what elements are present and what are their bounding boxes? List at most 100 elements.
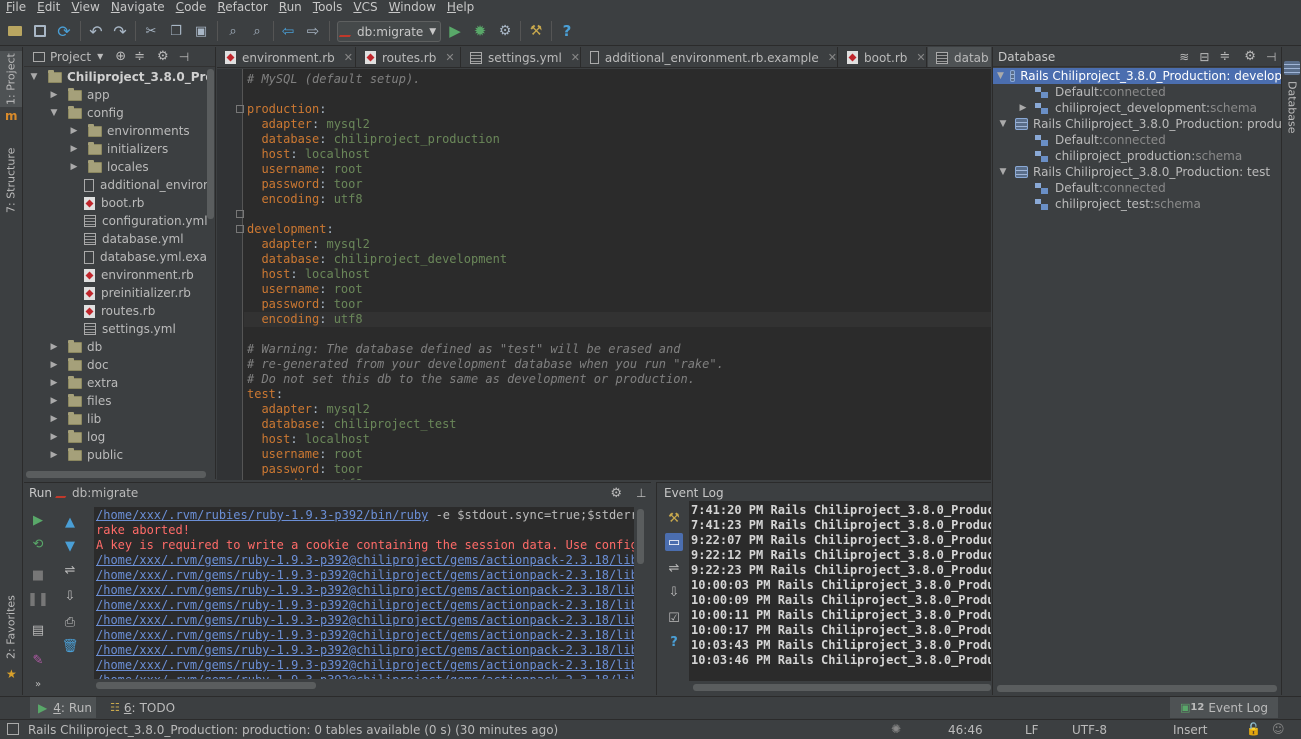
close-icon[interactable]: ✕ — [571, 51, 580, 64]
event-log-entry[interactable]: 9:22:07 PM Rails Chiliproject_3.8.0_Prod… — [691, 533, 991, 548]
run-scrollbar[interactable] — [637, 509, 644, 564]
menu-help[interactable]: Help — [441, 0, 479, 14]
tree-folder[interactable]: ▶ db — [48, 338, 102, 356]
project-scrollbar[interactable] — [207, 69, 214, 219]
event-log-entry[interactable]: 10:00:11 PM Rails Chiliproject_3.8.0_Pro… — [691, 608, 991, 623]
menu-refactor[interactable]: Refactor — [211, 0, 272, 14]
schema-node[interactable]: chiliproject_production: schema — [993, 148, 1242, 164]
gear-icon[interactable]: ⚙ — [157, 49, 169, 64]
tree-file[interactable]: environment.rb — [68, 266, 194, 284]
undo-icon[interactable]: ↶ — [87, 22, 105, 41]
editor-tab[interactable]: routes.rb ✕ — [357, 47, 461, 67]
menu-vcs[interactable]: VCS — [347, 0, 382, 14]
collapse-icon[interactable]: ≑ — [1219, 49, 1230, 64]
arrow-down-icon[interactable]: ▼ — [61, 537, 79, 555]
close-icon[interactable]: ✕ — [916, 51, 925, 64]
close-icon[interactable]: ✕ — [344, 51, 353, 64]
console-link[interactable]: /home/xxx/.rvm/gems/ruby-1.9.3-p392@chil… — [96, 598, 634, 612]
editor-tab[interactable]: boot.rb ✕ — [839, 47, 927, 67]
event-log-hscrollbar[interactable] — [693, 684, 991, 691]
menu-edit[interactable]: Edit — [31, 0, 65, 14]
redo-icon[interactable]: ↷ — [111, 22, 129, 41]
chevron-right-icon[interactable]: ▶ — [48, 90, 60, 100]
mark-read-icon[interactable]: ☑ — [665, 609, 683, 627]
chevron-right-icon[interactable]: ▶ — [48, 360, 60, 370]
todo-tool-tab[interactable]: ☷ 6 : TODO — [110, 697, 175, 718]
event-log-entry[interactable]: 7:41:20 PM Rails Chiliproject_3.8.0_Prod… — [691, 503, 991, 518]
datasource-node[interactable]: ▼ Rails Chiliproject_3.8.0_Production: pr… — [993, 116, 1281, 132]
project-tool-tab[interactable]: 1: Project — [0, 51, 22, 107]
editor-tab[interactable]: additional_environment.rb.example ✕ — [582, 47, 838, 67]
event-log-entry[interactable]: 10:00:17 PM Rails Chiliproject_3.8.0_Pro… — [691, 623, 991, 638]
connection-node[interactable]: Default: connected — [993, 180, 1166, 196]
save-icon[interactable] — [31, 22, 49, 40]
database-icon[interactable] — [1284, 61, 1300, 75]
rerun-failed-icon[interactable]: ⟲ — [29, 535, 47, 553]
console-link[interactable]: /home/xxx/.rvm/gems/ruby-1.9.3-p392@chil… — [96, 643, 634, 657]
rails-icon[interactable]: m — [5, 109, 18, 123]
console-link[interactable]: /home/xxx/.rvm/gems/ruby-1.9.3-p392@chil… — [96, 673, 634, 679]
gear-icon[interactable]: ⚙ — [610, 486, 622, 501]
project-view-select[interactable]: Project — [50, 50, 91, 64]
console-link[interactable]: /home/xxx/.rvm/gems/ruby-1.9.3-p392@chil… — [96, 628, 634, 642]
chevron-down-icon[interactable]: ▼ — [28, 72, 40, 82]
caret-position[interactable]: 46:46 — [948, 723, 983, 737]
fold-marker-icon[interactable] — [236, 210, 244, 218]
run-tool-tab[interactable]: ▶ 4 : Run — [30, 697, 96, 718]
event-log-entry[interactable]: 7:41:23 PM Rails Chiliproject_3.8.0_Prod… — [691, 518, 991, 533]
tree-folder[interactable]: ▶ locales — [68, 158, 149, 176]
soft-wrap-icon[interactable]: ⇌ — [665, 559, 683, 577]
tree-file[interactable]: additional_enviror — [68, 176, 208, 194]
connection-node[interactable]: Default: connected — [993, 84, 1166, 100]
back-icon[interactable]: ⇦ — [279, 22, 297, 40]
structure-tool-tab[interactable]: 7: Structure — [0, 143, 22, 217]
chevron-down-icon[interactable]: ▼ — [997, 71, 1004, 81]
chevron-right-icon[interactable]: ▶ — [48, 342, 60, 352]
tree-folder[interactable]: ▼ config — [48, 104, 124, 122]
database-hscrollbar[interactable] — [997, 685, 1277, 692]
debug-icon[interactable]: ✹ — [471, 22, 489, 40]
file-encoding[interactable]: UTF-8 — [1072, 723, 1107, 737]
hide-icon[interactable]: ⊥ — [636, 486, 646, 500]
database-tool-tab[interactable]: Database — [1282, 77, 1301, 137]
more-icon[interactable]: » — [29, 675, 47, 693]
tree-folder[interactable]: ▶ public — [48, 446, 123, 464]
tree-file[interactable]: routes.rb — [68, 302, 155, 320]
event-log-entry[interactable]: 9:22:23 PM Rails Chiliproject_3.8.0_Prod… — [691, 563, 991, 578]
menu-file[interactable]: File — [0, 0, 31, 14]
fold-marker-icon[interactable] — [236, 225, 244, 233]
tree-folder[interactable]: ▶ lib — [48, 410, 101, 428]
coverage-icon[interactable]: ⚙ — [496, 22, 514, 40]
print-icon[interactable]: ⎙ — [61, 613, 79, 631]
event-log-entry[interactable]: 9:22:12 PM Rails Chiliproject_3.8.0_Prod… — [691, 548, 991, 563]
chevron-right-icon[interactable]: ▶ — [68, 144, 80, 154]
trash-icon[interactable]: 🗑 — [61, 637, 79, 655]
menu-navigate[interactable]: Navigate — [105, 0, 170, 14]
editor-tab[interactable]: datab — [928, 47, 991, 67]
event-log-entry[interactable]: 10:03:43 PM Rails Chiliproject_3.8.0_Pro… — [691, 638, 991, 653]
chevron-right-icon[interactable]: ▶ — [48, 414, 60, 424]
tree-folder[interactable]: ▶ extra — [48, 374, 118, 392]
tree-folder[interactable]: ▶ initializers — [68, 140, 168, 158]
settings-icon[interactable]: ⚒ — [665, 509, 683, 527]
chevron-right-icon[interactable]: ▶ — [68, 162, 80, 172]
tree-file[interactable]: database.yml.exa — [68, 248, 207, 266]
event-log-entry[interactable]: 10:03:46 PM Rails Chiliproject_3.8.0_Pro… — [691, 653, 991, 668]
help-icon[interactable]: ? — [665, 633, 683, 651]
replace-icon[interactable]: ⌕ — [248, 22, 266, 40]
console-link[interactable]: /home/xxx/.rvm/gems/ruby-1.9.3-p392@chil… — [96, 568, 634, 582]
settings-icon[interactable]: ⚒ — [527, 22, 545, 40]
console-link[interactable]: /home/xxx/.rvm/gems/ruby-1.9.3-p392@chil… — [96, 583, 634, 597]
tree-file[interactable]: settings.yml — [68, 320, 176, 338]
gear-icon[interactable]: ⚙ — [1244, 49, 1256, 64]
console-link[interactable]: /home/xxx/.rvm/gems/ruby-1.9.3-p392@chil… — [96, 613, 634, 627]
event-log-console[interactable]: 7:41:20 PM Rails Chiliproject_3.8.0_Prod… — [689, 501, 991, 681]
forward-icon[interactable]: ⇨ — [304, 22, 322, 40]
code-editor[interactable]: # MySQL (default setup). production: adap… — [217, 69, 991, 480]
chevron-right-icon[interactable]: ▶ — [48, 378, 60, 388]
favorites-tool-tab[interactable]: 2: Favorites — [0, 591, 22, 663]
tree-file[interactable]: preinitializer.rb — [68, 284, 191, 302]
tree-folder[interactable]: ▶ doc — [48, 356, 109, 374]
locate-icon[interactable]: ⊕ — [115, 49, 126, 64]
find-icon[interactable]: ⌕ — [224, 22, 242, 40]
